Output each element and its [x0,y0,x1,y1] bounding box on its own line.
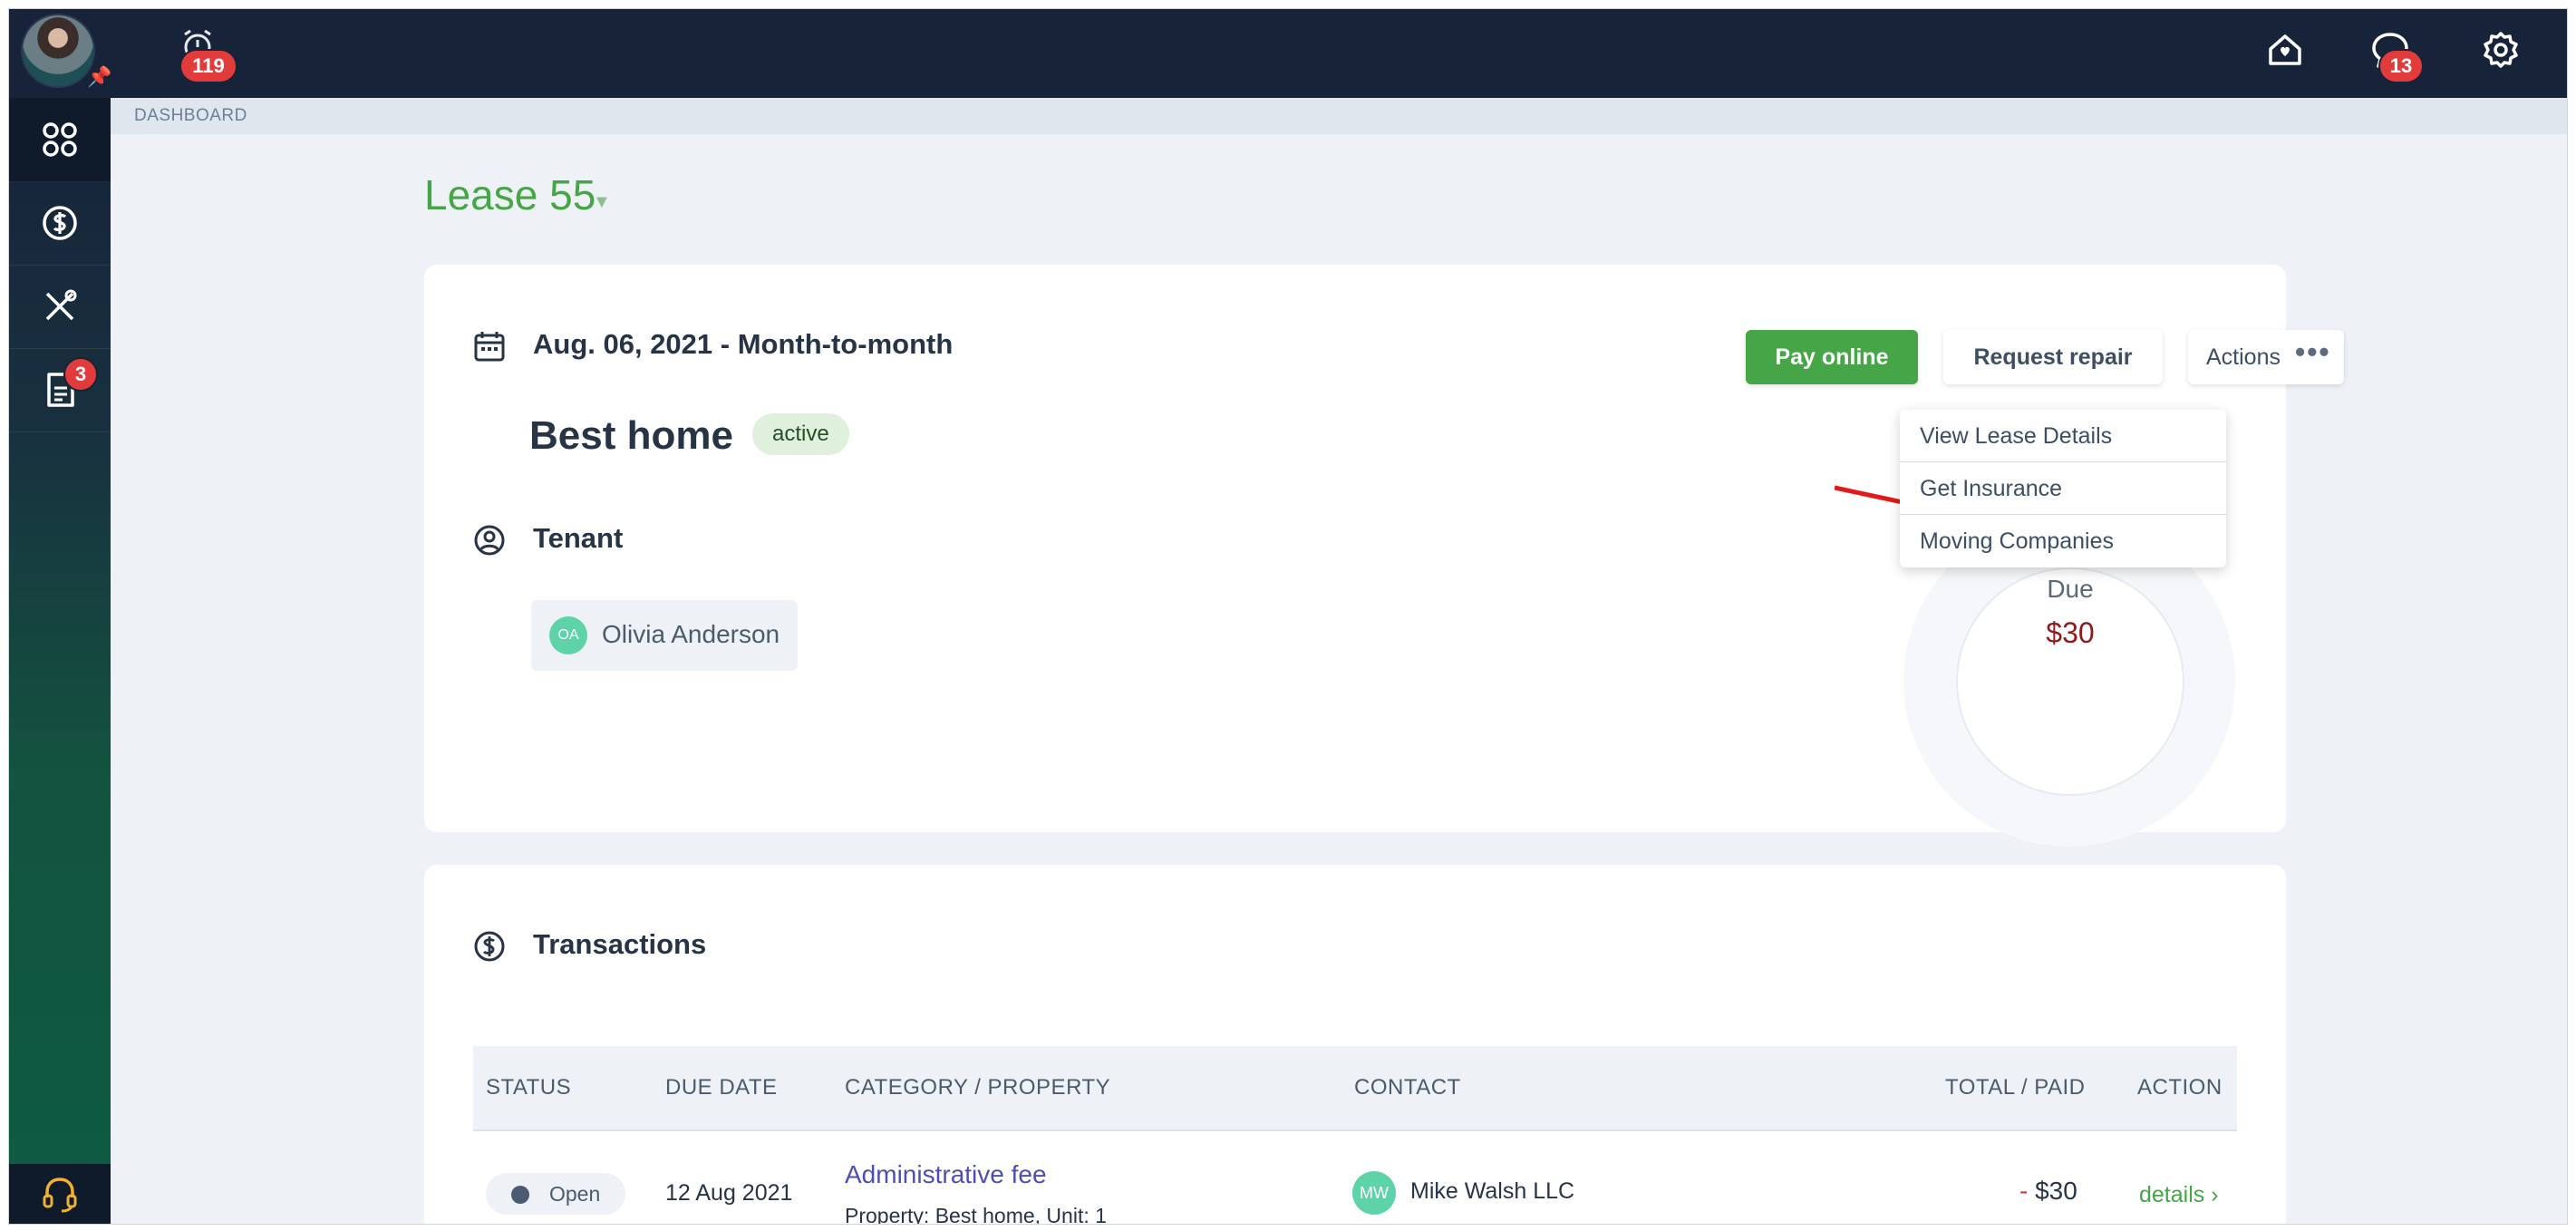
breadcrumb[interactable]: DASHBOARD [111,98,2567,134]
caret-down-icon[interactable]: ▼ [593,192,611,213]
contact-name: Mike Walsh LLC [1410,1178,1575,1204]
pay-online-button[interactable]: Pay online [1746,330,1918,384]
sidebar: 3 [9,98,116,1224]
contact-avatar: MW [1352,1171,1396,1215]
app-window: 📌 119 13 3 DASHBOARD Lease 55 ▼ Aug. 06,… [8,8,2568,1225]
tenant-avatar: OA [549,616,587,654]
actions-label: Actions [2206,344,2281,370]
chevron-right-icon: › [2211,1182,2219,1207]
status-text: Open [549,1182,601,1206]
dollar-icon [43,206,77,240]
total-value: $30 [2035,1177,2077,1205]
calendar-icon [474,332,505,362]
details-link[interactable]: details › [2139,1182,2219,1208]
due-date: 12 Aug 2021 [665,1180,793,1206]
column-action: ACTION [2137,1075,2223,1100]
column-contact[interactable]: CONTACT [1354,1046,1461,1129]
column-category[interactable]: CATEGORY / PROPERTY [845,1046,1110,1129]
transactions-card: Transactions STATUS DUE DATE CATEGORY / … [424,865,2286,1224]
category-link[interactable]: Administrative fee [845,1160,1047,1189]
column-status[interactable]: STATUS [486,1046,571,1129]
support-button[interactable] [9,1164,116,1224]
lease-title[interactable]: Lease 55 [424,170,596,219]
sidebar-item-maintenance[interactable] [9,265,111,349]
status-badge: active [752,413,849,455]
property-text: Property: Best home, Unit: 1 [845,1204,1107,1224]
home-icon[interactable] [2264,29,2306,71]
menu-item-moving-companies[interactable]: Moving Companies [1900,515,2226,567]
pin-icon[interactable]: 📌 [87,65,111,89]
gear-icon[interactable] [2480,29,2522,71]
main-content: DASHBOARD Lease 55 ▼ Aug. 06, 2021 - Mon… [111,98,2567,1224]
top-bar: 📌 119 13 [9,9,2567,98]
user-circle-icon [474,525,505,556]
menu-item-view-lease-details[interactable]: View Lease Details [1900,410,2226,462]
table-row[interactable]: Open 12 Aug 2021 Administrative fee Prop… [473,1131,2237,1224]
menu-item-get-insurance[interactable]: Get Insurance [1900,462,2226,515]
tenant-name: Olivia Anderson [602,620,780,648]
column-due-date[interactable]: DUE DATE [665,1046,778,1129]
alarm-badge: 119 [179,49,237,83]
negative-sign: - [2019,1177,2029,1205]
sidebar-item-dashboard[interactable] [9,98,111,182]
transactions-title: Transactions [533,928,707,960]
due-label: Due [2047,575,2094,603]
tools-icon [45,289,77,321]
grid-icon [43,122,77,157]
actions-dropdown: View Lease Details Get Insurance Moving … [1900,410,2226,567]
actions-button[interactable]: Actions ••• [2188,330,2344,384]
chat-badge: 13 [2378,49,2424,83]
tenant-label: Tenant [533,522,624,554]
details-label: details [2139,1182,2205,1207]
tenant-chip[interactable]: OA Olivia Anderson [531,600,798,671]
sidebar-item-documents[interactable]: 3 [9,348,111,432]
due-amount: $30 [2046,616,2095,649]
user-avatar[interactable] [21,14,95,88]
property-name: Best home [529,413,733,458]
headset-icon [43,1178,77,1213]
request-repair-button[interactable]: Request repair [1943,330,2163,384]
total-amount: - $30 [2019,1177,2077,1206]
column-total[interactable]: TOTAL / PAID [1945,1046,2085,1129]
sidebar-item-payments[interactable] [9,181,111,266]
status-dot-icon [511,1186,529,1204]
table-header: STATUS DUE DATE CATEGORY / PROPERTY CONT… [473,1046,2237,1131]
donut-center: Due $30 [1956,567,2184,796]
dollar-circle-icon [474,931,505,962]
documents-badge: 3 [63,357,98,392]
status-pill: Open [486,1173,625,1215]
lease-date: Aug. 06, 2021 - Month-to-month [533,328,954,360]
more-dots-icon: ••• [2295,335,2331,368]
